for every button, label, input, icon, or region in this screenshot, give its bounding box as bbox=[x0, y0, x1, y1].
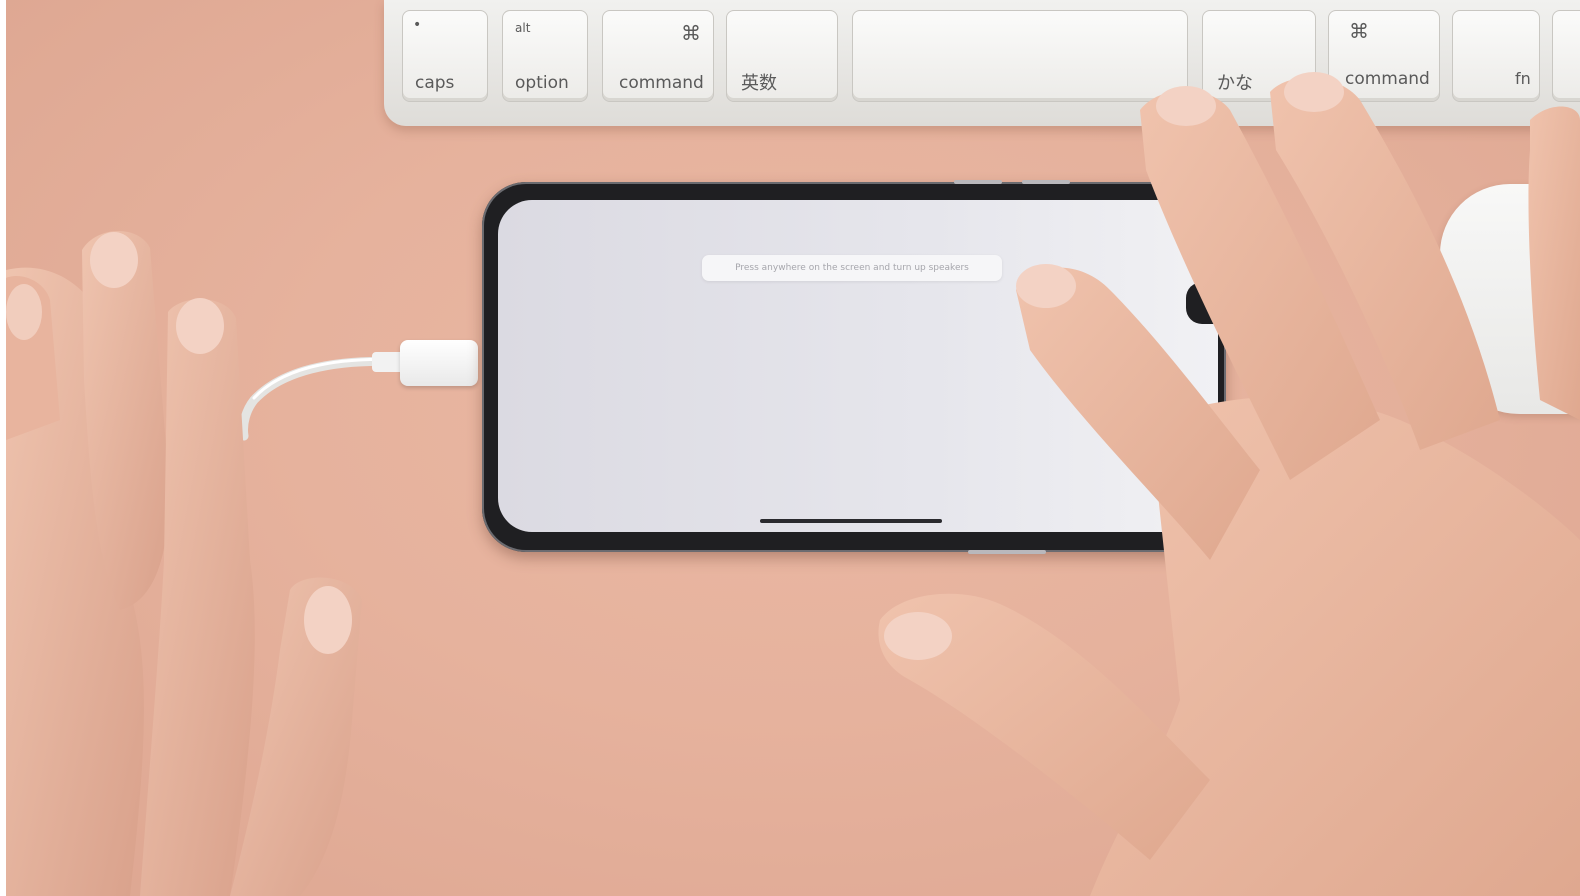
left-thumb-nail bbox=[304, 586, 352, 654]
right-hand bbox=[878, 72, 1580, 896]
right-index-nail bbox=[1016, 264, 1076, 308]
right-ring-nail bbox=[1284, 72, 1344, 112]
left-hand bbox=[6, 230, 362, 896]
left-index-nail bbox=[90, 232, 138, 288]
left-pinky-nail bbox=[6, 284, 42, 340]
right-thumb-nail bbox=[884, 612, 952, 660]
photo-scene: • caps alt option ⌘ command 英数 かな ⌘ comm… bbox=[0, 0, 1580, 896]
left-middle-nail bbox=[176, 298, 224, 354]
right-middle-nail bbox=[1156, 86, 1216, 126]
hands-layer bbox=[6, 72, 1580, 896]
right-pinky-finger bbox=[1528, 106, 1580, 420]
